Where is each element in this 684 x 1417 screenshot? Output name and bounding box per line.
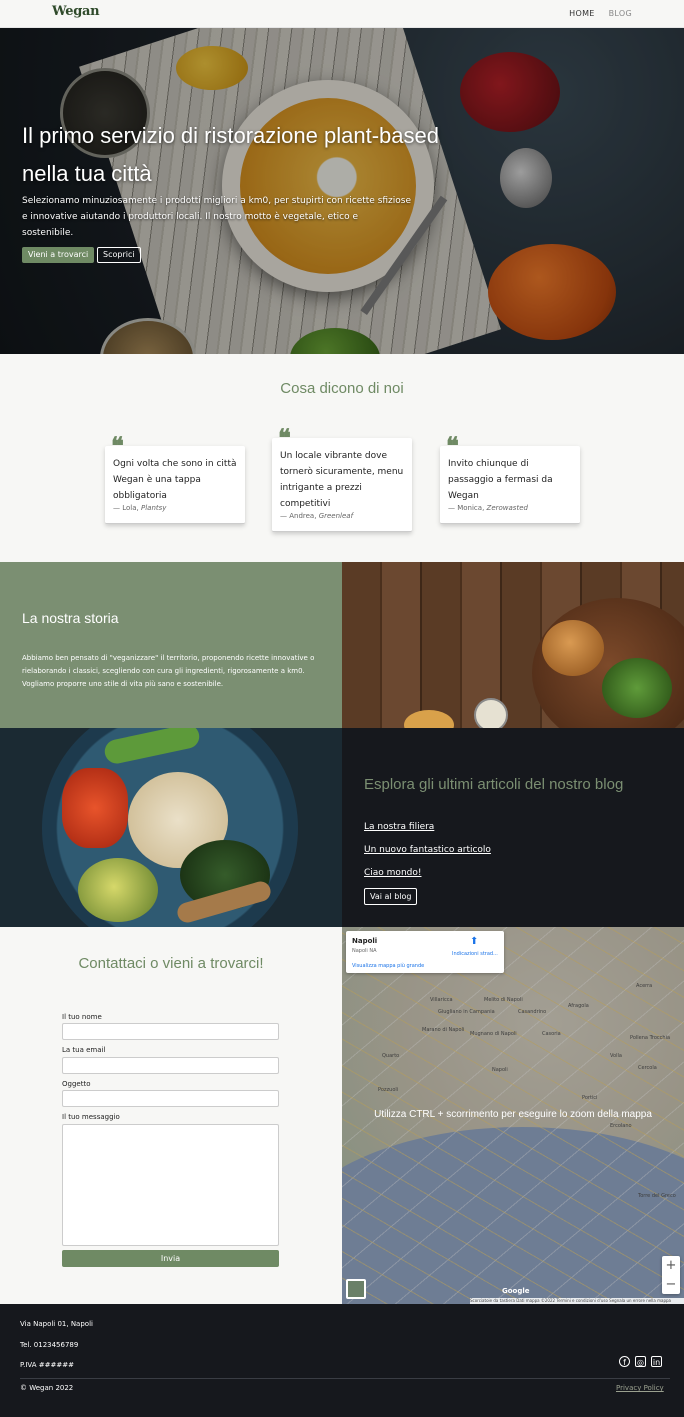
- message-label: Il tuo messaggio: [62, 1113, 120, 1121]
- hero-section: Il primo servizio di ristorazione plant-…: [0, 28, 684, 354]
- story-section: La nostra storia Abbiamo ben pensato di …: [0, 562, 684, 728]
- message-textarea[interactable]: [62, 1124, 279, 1246]
- quote-icon: ❝: [278, 423, 291, 452]
- directions-link[interactable]: Indicazioni strad...: [452, 951, 498, 957]
- story-cup-decoration: [404, 710, 454, 728]
- discover-button[interactable]: Scoprici: [97, 247, 141, 263]
- quote-icon: ❝: [446, 431, 459, 460]
- google-logo: Google: [502, 1287, 530, 1295]
- testimonials-section: Cosa dicono di noi ❝ Ogni volta che sono…: [0, 354, 684, 562]
- linkedin-icon[interactable]: in: [651, 1356, 662, 1367]
- subject-input[interactable]: [62, 1090, 279, 1107]
- top-navbar: Wegan HOME BLOG: [0, 0, 684, 28]
- testimonial-author: — Andrea, Greenleaf: [280, 512, 354, 520]
- testimonial-text: Invito chiunque di passaggio a fermasi d…: [448, 459, 553, 501]
- visit-us-button[interactable]: Vieni a trovarci: [22, 247, 95, 263]
- directions-icon[interactable]: ⬆: [470, 937, 480, 947]
- footer-divider: [20, 1378, 670, 1379]
- facebook-icon[interactable]: f: [619, 1356, 630, 1367]
- name-input[interactable]: [62, 1023, 279, 1040]
- footer-address: Via Napoli 01, Napoli: [20, 1320, 93, 1328]
- story-image: [342, 562, 684, 728]
- go-to-blog-button[interactable]: Vai al blog: [364, 888, 418, 905]
- logo[interactable]: Wegan: [52, 4, 100, 19]
- map-embed[interactable]: Villaricca Giugliano in Campania Melito …: [342, 927, 684, 1304]
- blog-title: Esplora gli ultimi articoli del nostro b…: [364, 776, 624, 793]
- hero-subtitle: Selezionamo minuziosamente i prodotti mi…: [22, 196, 412, 238]
- blog-article-link[interactable]: La nostra filiera: [364, 822, 434, 832]
- quote-icon: ❝: [111, 431, 124, 460]
- nav-links: HOME BLOG: [569, 9, 632, 18]
- zoom-out-button[interactable]: −: [662, 1275, 680, 1294]
- story-greens-decoration: [602, 658, 672, 718]
- instagram-icon[interactable]: ◎: [635, 1356, 646, 1367]
- nav-home-link[interactable]: HOME: [569, 9, 594, 18]
- blog-section: Esplora gli ultimi articoli del nostro b…: [0, 728, 684, 927]
- map-place-name: Napoli: [352, 937, 378, 945]
- blog-article-link[interactable]: Ciao mondo!: [364, 868, 421, 878]
- email-label: La tua email: [62, 1046, 106, 1054]
- hero-title: Il primo servizio di ristorazione plant-…: [22, 123, 439, 186]
- testimonial-author: — Lola, Plantsy: [113, 504, 167, 512]
- nav-blog-link[interactable]: BLOG: [609, 9, 632, 18]
- email-input[interactable]: [62, 1057, 279, 1074]
- testimonial-card: ❝ Invito chiunque di passaggio a fermasi…: [440, 434, 580, 524]
- testimonials-title: Cosa dicono di noi: [280, 380, 404, 397]
- blog-tomato-decoration: [62, 768, 128, 848]
- footer-vat: P.IVA ######: [20, 1361, 74, 1369]
- story-burger-decoration: [542, 620, 604, 676]
- footer-phone: Tel. 0123456789: [20, 1341, 79, 1349]
- bigger-map-link[interactable]: Visualizza mappa più grande: [352, 963, 424, 969]
- testimonial-card: ❝ Un locale vibrante dove tornerò sicura…: [272, 426, 412, 532]
- story-title: La nostra storia: [22, 610, 119, 626]
- blog-image: [0, 728, 342, 927]
- social-links: f ◎ in: [619, 1356, 662, 1367]
- story-sauce-decoration: [474, 698, 508, 728]
- testimonial-card: ❝ Ogni volta che sono in città Wegan è u…: [105, 434, 245, 524]
- blog-avocado-decoration: [78, 858, 158, 922]
- contact-section: Contattaci o vieni a trovarci! Il tuo no…: [0, 927, 342, 1304]
- map-zoom-controls: + −: [662, 1256, 680, 1294]
- map-place-card: Napoli Napoli NA ⬆ Indicazioni strad... …: [346, 931, 504, 973]
- privacy-policy-link[interactable]: Privacy Policy: [616, 1384, 664, 1392]
- footer-copyright: © Wegan 2022: [20, 1384, 74, 1392]
- submit-button[interactable]: Invia: [62, 1250, 279, 1267]
- map-layer-toggle[interactable]: [346, 1279, 366, 1299]
- blog-article-link[interactable]: Un nuovo fantastico articolo: [364, 845, 491, 855]
- subject-label: Oggetto: [62, 1080, 91, 1088]
- map-zoom-hint: Utilizza CTRL + scorrimento per eseguire…: [374, 1109, 652, 1120]
- story-text: Abbiamo ben pensato di "veganizzare" il …: [22, 654, 315, 688]
- zoom-in-button[interactable]: +: [662, 1256, 680, 1275]
- site-footer: Via Napoli 01, Napoli Tel. 0123456789 P.…: [0, 1304, 684, 1417]
- contact-title: Contattaci o vieni a trovarci!: [78, 955, 264, 972]
- testimonial-author: — Monica, Zerowasted: [448, 504, 528, 512]
- map-place-subtitle: Napoli NA: [352, 948, 377, 954]
- story-text-panel: La nostra storia Abbiamo ben pensato di …: [0, 562, 342, 728]
- testimonial-text: Ogni volta che sono in città Wegan è una…: [113, 459, 237, 501]
- testimonial-text: Un locale vibrante dove tornerò sicurame…: [280, 451, 404, 509]
- name-label: Il tuo nome: [62, 1013, 102, 1021]
